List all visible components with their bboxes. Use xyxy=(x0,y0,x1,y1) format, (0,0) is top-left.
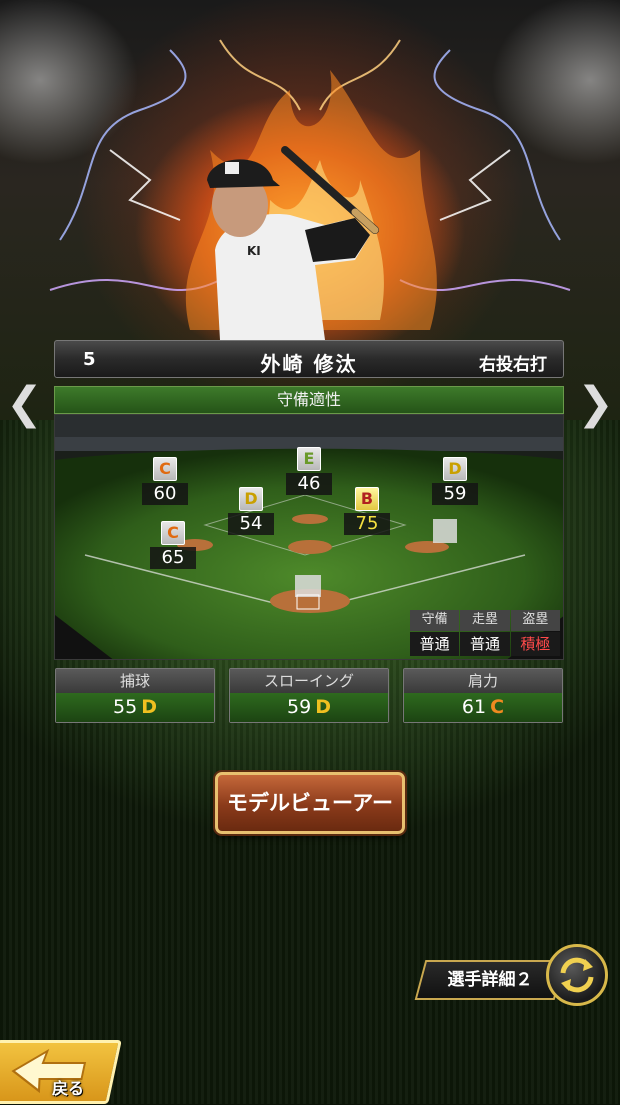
back-label: 戻る xyxy=(52,1079,85,1098)
model-viewer-button[interactable]: モデルビューアー xyxy=(215,772,405,834)
position-value: 60 xyxy=(142,483,188,505)
player-name-bar: 5 外崎 修汰 右投右打 xyxy=(54,340,564,378)
position-value: 46 xyxy=(286,473,332,495)
stat-grade: D xyxy=(141,696,157,718)
position-center-field: E 46 xyxy=(279,447,339,495)
stat-value-row: 61 C xyxy=(404,693,562,722)
stat-label: 肩力 xyxy=(404,669,562,693)
position-second-base: B 75 xyxy=(337,487,397,535)
position-value: 75 xyxy=(344,513,390,535)
grade-badge: B xyxy=(355,487,379,511)
stat-value: 59 xyxy=(287,696,312,718)
defense-field-panel: C 60 E 46 D 59 D 54 B 75 C 65 守備 走塁 盗塁 普… xyxy=(54,414,564,660)
traits-table: 守備 走塁 盗塁 普通 普通 積極 xyxy=(410,610,560,656)
position-value: 54 xyxy=(228,513,274,535)
trait-header-defense: 守備 xyxy=(410,610,460,631)
stat-value-row: 55 D xyxy=(56,693,214,722)
stat-label: スローイング xyxy=(230,669,388,693)
grade-badge: C xyxy=(161,521,185,545)
cycle-arrows-icon[interactable] xyxy=(546,944,608,1006)
chevron-left-icon[interactable]: ❮ xyxy=(6,382,43,426)
defense-aptitude-title: 守備適性 xyxy=(54,386,564,414)
stat-value: 55 xyxy=(113,696,138,718)
trait-header-stealing: 盗塁 xyxy=(510,610,560,631)
svg-text:KI: KI xyxy=(247,244,261,258)
position-value: 65 xyxy=(150,547,196,569)
stat-label: 捕球 xyxy=(56,669,214,693)
position-right-field: D 59 xyxy=(425,457,485,505)
back-arrow-icon xyxy=(11,1048,87,1094)
position-shortstop: D 54 xyxy=(221,487,281,535)
stat-catching: 捕球 55 D xyxy=(55,668,215,723)
grade-badge: E xyxy=(297,447,321,471)
stat-arm-strength: 肩力 61 C xyxy=(403,668,563,723)
position-left-field: C 60 xyxy=(135,457,195,505)
trait-value-stealing: 積極 xyxy=(510,631,560,656)
stat-value-row: 59 D xyxy=(230,693,388,722)
stat-value: 61 xyxy=(461,696,487,718)
trait-value-baserunning: 普通 xyxy=(460,631,510,656)
stat-grade: D xyxy=(315,696,331,718)
stat-throwing: スローイング 59 D xyxy=(229,668,389,723)
position-third-base: C 65 xyxy=(143,521,203,569)
trait-value-defense: 普通 xyxy=(410,631,460,656)
position-value: 59 xyxy=(432,483,478,505)
chevron-right-icon[interactable]: ❯ xyxy=(577,382,614,426)
stat-grade: C xyxy=(490,696,505,718)
grade-badge: D xyxy=(239,487,263,511)
player-detail-2-button[interactable]: 選手詳細２ xyxy=(414,960,566,1000)
player-detail-2-label: 選手詳細２ xyxy=(447,970,533,990)
grade-badge: D xyxy=(443,457,467,481)
grade-badge: C xyxy=(153,457,177,481)
player-portrait: KI xyxy=(207,146,379,340)
handedness: 右投右打 xyxy=(479,355,547,375)
trait-header-baserunning: 走塁 xyxy=(460,610,510,631)
